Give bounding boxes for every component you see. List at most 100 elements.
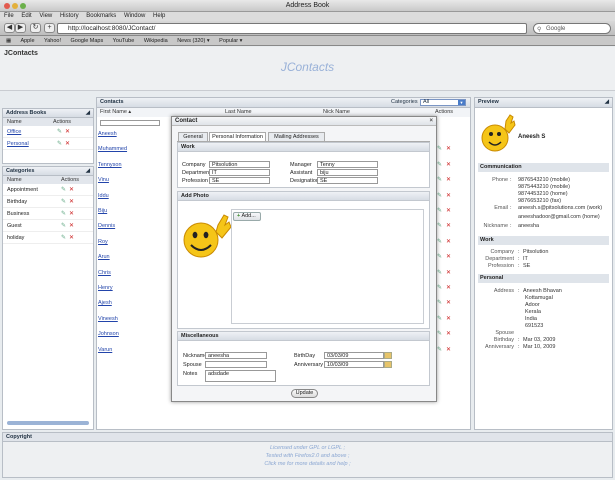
- address-book-office[interactable]: Office: [7, 129, 21, 135]
- add-bookmark-button[interactable]: +: [44, 23, 55, 33]
- contact-name-link[interactable]: Johnson: [98, 331, 119, 337]
- contact-name-link[interactable]: Roy: [98, 239, 108, 245]
- delete-icon[interactable]: ✕: [446, 299, 451, 306]
- menu-view[interactable]: View: [39, 13, 52, 19]
- edit-icon[interactable]: ✎: [57, 129, 62, 135]
- menu-help[interactable]: Help: [153, 13, 165, 19]
- edit-icon[interactable]: ✎: [437, 192, 442, 199]
- close-icon[interactable]: ×: [429, 117, 433, 126]
- contact-name-link[interactable]: Arun: [98, 254, 110, 260]
- calendar-icon[interactable]: [384, 361, 392, 368]
- list-item[interactable]: Business ✎ ✕: [3, 208, 93, 220]
- address-bar[interactable]: http://localhost:8080/JContact/: [57, 23, 527, 34]
- categories-filter-select[interactable]: All ▼: [420, 99, 466, 106]
- calendar-icon[interactable]: [384, 352, 392, 359]
- edit-icon[interactable]: ✎: [437, 176, 442, 183]
- bookmark-google-maps[interactable]: Google Maps: [71, 38, 104, 44]
- menu-history[interactable]: History: [60, 13, 79, 19]
- add-photo-button[interactable]: + Add...: [233, 212, 261, 221]
- back-button[interactable]: ◀: [4, 23, 15, 33]
- edit-icon[interactable]: ✎: [61, 211, 66, 217]
- edit-icon[interactable]: ✎: [437, 299, 442, 306]
- delete-icon[interactable]: ✕: [446, 346, 451, 353]
- delete-icon[interactable]: ✕: [65, 129, 70, 135]
- collapse-icon[interactable]: ◢: [86, 109, 90, 118]
- horizontal-scrollbar[interactable]: [7, 421, 89, 425]
- manager-field[interactable]: Tenny: [317, 161, 378, 168]
- tab-general[interactable]: General: [178, 132, 208, 141]
- contact-name-link[interactable]: Ajesh: [98, 300, 112, 306]
- contact-name-link[interactable]: Muhammed: [98, 146, 127, 152]
- delete-icon[interactable]: ✕: [446, 330, 451, 337]
- delete-icon[interactable]: ✕: [446, 176, 451, 183]
- delete-icon[interactable]: ✕: [446, 207, 451, 214]
- column-first-name[interactable]: First Name ▴: [100, 108, 131, 116]
- edit-icon[interactable]: ✎: [437, 330, 442, 337]
- bookmark-wikipedia[interactable]: Wikipedia: [144, 38, 168, 44]
- menu-window[interactable]: Window: [124, 13, 145, 19]
- edit-icon[interactable]: ✎: [437, 238, 442, 245]
- delete-icon[interactable]: ✕: [69, 235, 74, 241]
- edit-icon[interactable]: ✎: [437, 207, 442, 214]
- list-item[interactable]: Appointment ✎ ✕: [3, 184, 93, 196]
- bookmark-yahoo[interactable]: Yahoo!: [44, 38, 61, 44]
- footer-text[interactable]: Licensed under GPL or LGPL ; Tested with…: [0, 444, 615, 468]
- collapse-icon[interactable]: ◢: [86, 167, 90, 176]
- delete-icon[interactable]: ✕: [446, 315, 451, 322]
- edit-icon[interactable]: ✎: [437, 222, 442, 229]
- profession-field[interactable]: SE: [209, 177, 270, 184]
- photo-drop-area[interactable]: [231, 209, 424, 324]
- tab-personal-information[interactable]: Personal Information: [209, 132, 266, 141]
- delete-icon[interactable]: ✕: [446, 284, 451, 291]
- bookmark-news[interactable]: News (320) ▾: [177, 38, 209, 44]
- zoom-window-icon[interactable]: [20, 3, 26, 9]
- spouse-field[interactable]: [205, 361, 267, 368]
- contact-name-link[interactable]: Tennyson: [98, 162, 122, 168]
- minimize-window-icon[interactable]: [12, 3, 18, 9]
- delete-icon[interactable]: ✕: [69, 199, 74, 205]
- contact-name-link[interactable]: Varun: [98, 347, 112, 353]
- edit-icon[interactable]: ✎: [437, 346, 442, 353]
- list-item[interactable]: holiday ✎ ✕: [3, 232, 93, 244]
- contact-name-link[interactable]: Aneesh: [98, 131, 117, 137]
- designation-field[interactable]: SE: [317, 177, 378, 184]
- delete-icon[interactable]: ✕: [446, 192, 451, 199]
- address-book-personal[interactable]: Personal: [7, 141, 29, 147]
- edit-icon[interactable]: ✎: [61, 199, 66, 205]
- department-field[interactable]: IT: [209, 169, 270, 176]
- contact-name-link[interactable]: Biju: [98, 208, 107, 214]
- contact-name-link[interactable]: Chris: [98, 270, 111, 276]
- delete-icon[interactable]: ✕: [65, 141, 70, 147]
- list-item[interactable]: Guest ✎ ✕: [3, 220, 93, 232]
- edit-icon[interactable]: ✎: [437, 161, 442, 168]
- bookmark-apple[interactable]: Apple: [20, 38, 34, 44]
- delete-icon[interactable]: ✕: [446, 238, 451, 245]
- company-field[interactable]: Pitsolution: [209, 161, 270, 168]
- nickname-field[interactable]: aneesha: [205, 352, 267, 359]
- contact-name-link[interactable]: Henry: [98, 285, 113, 291]
- edit-icon[interactable]: ✎: [61, 235, 66, 241]
- edit-icon[interactable]: ✎: [437, 145, 442, 152]
- first-name-filter-input[interactable]: [100, 120, 160, 126]
- column-nick-name[interactable]: Nick Name: [323, 108, 350, 116]
- delete-icon[interactable]: ✕: [69, 211, 74, 217]
- edit-icon[interactable]: ✎: [437, 269, 442, 276]
- tab-mailing-addresses[interactable]: Mailing Addresses: [268, 132, 325, 141]
- update-button[interactable]: Update: [291, 389, 318, 398]
- edit-icon[interactable]: ✎: [57, 141, 62, 147]
- edit-icon[interactable]: ✎: [437, 315, 442, 322]
- notes-textarea[interactable]: adsdade: [205, 370, 276, 382]
- close-window-icon[interactable]: [4, 3, 10, 9]
- assistant-field[interactable]: biju: [317, 169, 378, 176]
- reload-button[interactable]: ↻: [30, 23, 41, 33]
- delete-icon[interactable]: ✕: [446, 145, 451, 152]
- bookmark-grid-icon[interactable]: ▦: [6, 38, 11, 44]
- contact-name-link[interactable]: Dennis: [98, 223, 115, 229]
- menu-edit[interactable]: Edit: [21, 13, 31, 19]
- edit-icon[interactable]: ✎: [61, 187, 66, 193]
- edit-icon[interactable]: ✎: [61, 223, 66, 229]
- edit-icon[interactable]: ✎: [437, 284, 442, 291]
- birthday-field[interactable]: 03/03/09: [324, 352, 384, 359]
- bookmark-popular[interactable]: Popular ▾: [219, 38, 242, 44]
- delete-icon[interactable]: ✕: [446, 253, 451, 260]
